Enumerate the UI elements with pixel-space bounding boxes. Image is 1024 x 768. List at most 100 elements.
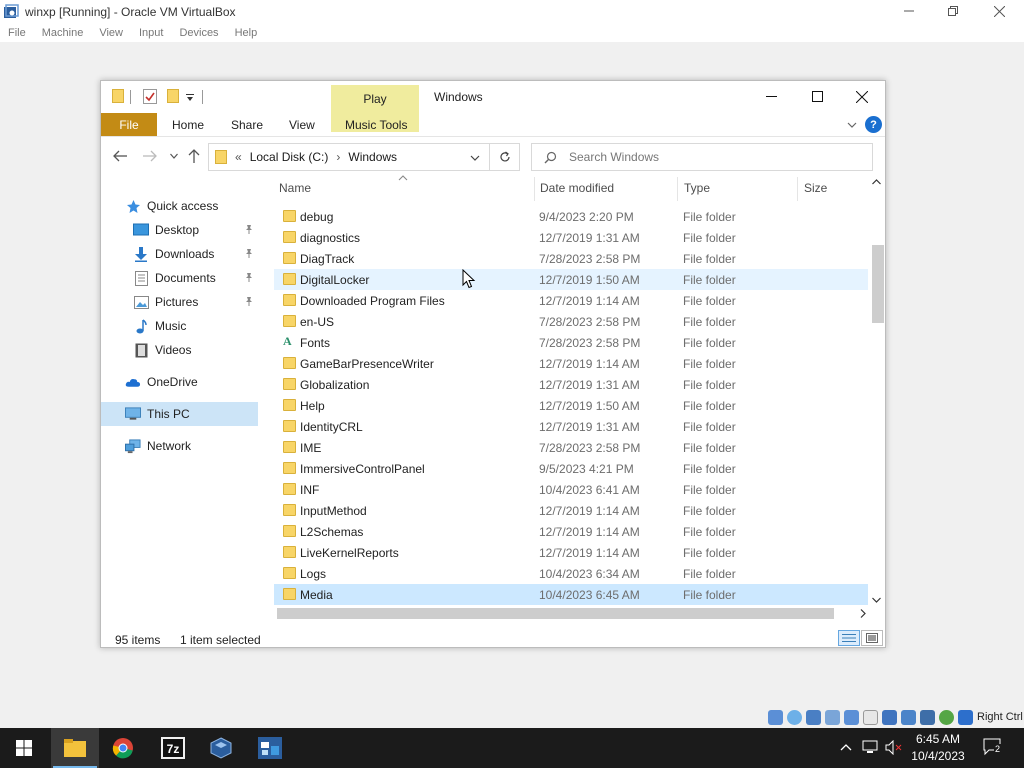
vbox-close-button[interactable] [976,0,1022,22]
breadcrumb-overflow[interactable]: « [235,150,242,164]
nav-quick-access[interactable]: Quick access [101,194,258,218]
file-row[interactable]: L2Schemas 12/7/2019 1:14 AM File folder [274,521,868,542]
nav-music[interactable]: Music [101,314,258,338]
audio-icon[interactable] [806,710,821,725]
file-row[interactable]: Logs 10/4/2023 6:34 AM File folder [274,563,868,584]
file-row[interactable]: Help 12/7/2019 1:50 AM File folder [274,395,868,416]
breadcrumb-windows[interactable]: Windows [348,150,397,164]
tab-music-tools[interactable]: Music Tools [345,113,407,136]
column-divider[interactable] [677,177,678,201]
nav-pictures[interactable]: Pictures [101,290,258,314]
vertical-scroll-thumb[interactable] [872,245,884,323]
guest-additions-icon[interactable] [939,710,954,725]
file-row[interactable]: Media 10/4/2023 6:45 AM File folder [274,584,868,605]
tab-view[interactable]: View [289,113,315,136]
column-name[interactable]: Name [279,181,311,195]
nav-onedrive[interactable]: OneDrive [101,370,258,394]
large-icons-view-button[interactable] [861,630,883,646]
optical-drive-icon[interactable] [787,710,802,725]
explorer-close-button[interactable] [839,81,885,112]
breadcrumb-local-disk[interactable]: Local Disk (C:) [250,150,329,164]
taskbar-chrome[interactable] [99,728,147,768]
vbox-minimize-button[interactable] [886,0,932,22]
refresh-button[interactable] [490,143,520,171]
file-row[interactable]: en-US 7/28/2023 2:58 PM File folder [274,311,868,332]
file-row[interactable]: A Fonts 7/28/2023 2:58 PM File folder [274,332,868,353]
volume-muted-icon[interactable] [885,740,903,755]
file-row[interactable]: GameBarPresenceWriter 12/7/2019 1:14 AM Fi… [274,353,868,374]
nav-network[interactable]: Network [101,434,258,458]
file-row[interactable]: LiveKernelReports 12/7/2019 1:14 AM File f… [274,542,868,563]
column-size[interactable]: Size [804,181,827,195]
vbox-menu-input[interactable]: Input [139,27,163,39]
file-row[interactable]: DiagTrack 7/28/2023 2:58 PM File folder [274,248,868,269]
address-bar[interactable]: « Local Disk (C:) › Windows [208,143,490,171]
nav-this-pc[interactable]: This PC [101,402,258,426]
column-divider[interactable] [534,177,535,201]
file-row[interactable]: Globalization 12/7/2019 1:31 AM File folde… [274,374,868,395]
vbox-menu-help[interactable]: Help [235,27,258,39]
file-row[interactable]: diagnostics 12/7/2019 1:31 AM File folder [274,227,868,248]
column-date-modified[interactable]: Date modified [540,181,614,195]
network-adapter-icon[interactable] [825,710,840,725]
nav-downloads[interactable]: Downloads [101,242,258,266]
column-type[interactable]: Type [684,181,710,195]
tab-home[interactable]: Home [172,113,204,136]
tab-share[interactable]: Share [231,113,263,136]
start-button[interactable] [0,728,48,768]
vbox-menu-file[interactable]: File [8,27,26,39]
network-status-icon[interactable] [862,740,880,755]
horizontal-scroll-thumb[interactable] [277,608,834,619]
show-hidden-icons-icon[interactable] [840,743,852,751]
scroll-up-icon[interactable] [872,179,881,185]
address-dropdown-icon[interactable] [470,153,480,163]
usb-icon[interactable] [844,710,859,725]
file-row[interactable]: IME 7/28/2023 2:58 PM File folder [274,437,868,458]
file-row[interactable]: ImmersiveControlPanel 9/5/2023 4:21 PM Fil… [274,458,868,479]
taskbar-file-explorer[interactable] [51,728,99,768]
tab-play[interactable]: Play [331,92,419,106]
up-arrow-icon[interactable] [188,149,200,163]
hard-disk-icon[interactable] [768,710,783,725]
file-row[interactable]: DigitalLocker 12/7/2019 1:50 AM File folde… [274,269,868,290]
vbox-menu-devices[interactable]: Devices [179,27,218,39]
nav-videos[interactable]: Videos [101,338,258,362]
back-arrow-icon[interactable] [113,150,127,162]
forward-arrow-icon[interactable] [143,150,157,162]
scroll-down-icon[interactable] [872,597,881,603]
vertical-scrollbar[interactable] [869,177,885,605]
video-capture-icon[interactable] [901,710,916,725]
file-row[interactable]: Downloaded Program Files 12/7/2019 1:14 A… [274,290,868,311]
customize-quick-access-icon[interactable] [186,94,194,102]
nav-documents[interactable]: Documents [101,266,258,290]
taskbar-virtualbox[interactable] [197,728,245,768]
properties-icon[interactable] [143,89,157,104]
vbox-menu-machine[interactable]: Machine [42,27,84,39]
display-icon[interactable] [882,710,897,725]
taskbar-winxp-vm[interactable] [246,728,294,768]
taskbar-7zip[interactable]: 7z [149,728,197,768]
file-row[interactable]: InputMethod 12/7/2019 1:14 AM File folder [274,500,868,521]
folder-icon[interactable] [112,89,124,103]
search-box[interactable]: Search Windows [531,143,873,171]
explorer-maximize-button[interactable] [794,81,840,112]
file-row[interactable]: INF 10/4/2023 6:41 AM File folder [274,479,868,500]
tab-file[interactable]: File [101,113,157,136]
vbox-restore-button[interactable] [930,0,976,22]
vbox-menu-view[interactable]: View [99,27,123,39]
scroll-right-icon[interactable] [860,609,866,618]
file-row[interactable]: IdentityCRL 12/7/2019 1:31 AM File folder [274,416,868,437]
recent-locations-icon[interactable] [170,153,178,159]
details-view-button[interactable] [838,630,860,646]
mouse-integration-icon[interactable] [958,710,973,725]
system-clock[interactable]: 6:45 AM 10/4/2023 [908,731,968,765]
shared-folders-icon[interactable] [863,710,878,725]
column-divider[interactable] [797,177,798,201]
file-row[interactable]: debug 9/4/2023 2:20 PM File folder [274,206,868,227]
explorer-minimize-button[interactable] [748,81,794,112]
action-center-button[interactable]: 2 [983,738,1003,759]
new-folder-icon[interactable] [167,89,179,103]
help-icon[interactable]: ? [865,116,882,133]
nav-desktop[interactable]: Desktop [101,218,258,242]
horizontal-scrollbar[interactable] [274,605,869,621]
